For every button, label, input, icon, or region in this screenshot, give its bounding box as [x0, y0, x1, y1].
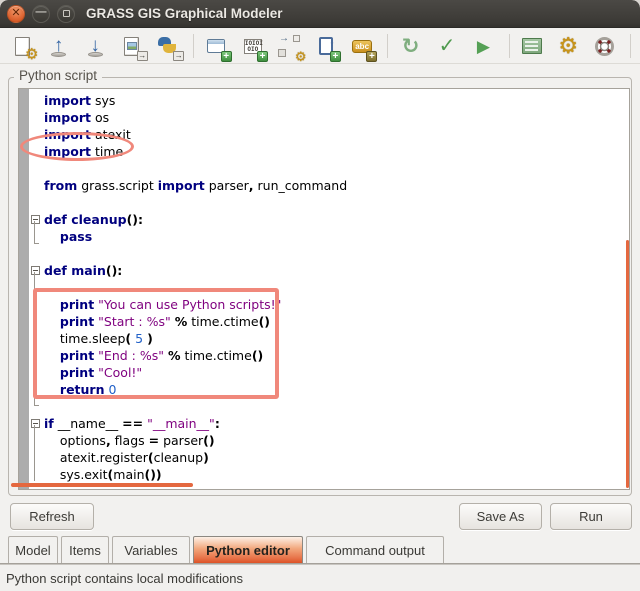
code-line[interactable]: import os — [29, 109, 629, 126]
save-model-button[interactable]: ↓ — [82, 33, 108, 60]
plus-icon: + — [257, 51, 268, 62]
export-image-button[interactable]: → — [118, 33, 144, 60]
toolbar: ⚙ ↑ ↓ → → + IOIOI OIO + — [0, 29, 640, 64]
export-arrow-icon: → — [137, 51, 148, 61]
window-title: GRASS GIS Graphical Modeler — [86, 6, 283, 21]
gear-icon: ⚙ — [558, 35, 578, 57]
tab-variables[interactable]: Variables — [112, 536, 190, 563]
window-close-button[interactable]: ✕ — [7, 5, 25, 23]
code-line[interactable]: if __name__ == "__main__": — [29, 415, 629, 432]
horizontal-scrollbar[interactable] — [11, 483, 193, 487]
code-line[interactable] — [29, 194, 629, 211]
add-loop-button[interactable]: ↓ + — [312, 33, 338, 60]
tab-command-output[interactable]: Command output — [306, 536, 444, 563]
code-line[interactable]: def main(): — [29, 262, 629, 279]
plus-icon: + — [221, 51, 232, 62]
plus-icon: + — [330, 51, 341, 62]
code-line[interactable]: time.sleep( 5 ) — [29, 330, 629, 347]
life-ring-icon — [593, 35, 616, 58]
define-relation-button[interactable]: → ⚙ — [276, 33, 302, 60]
base-icon — [51, 52, 66, 57]
picture-icon — [127, 42, 137, 50]
relation-arrow-icon: → — [279, 33, 289, 44]
code-line[interactable] — [29, 398, 629, 415]
statusbar: Python script contains local modificatio… — [0, 564, 640, 591]
notebook-tabbar: Model Items Variables Python editor Comm… — [0, 536, 640, 564]
code-line[interactable]: atexit.register(cleanup) — [29, 449, 629, 466]
toolbar-separator — [630, 34, 631, 58]
python-script-editor[interactable]: import sysimport osimport atexitimport t… — [18, 88, 630, 490]
gear-icon: ⚙ — [295, 49, 307, 65]
code-line[interactable]: import atexit — [29, 126, 629, 143]
fold-guide — [34, 272, 39, 406]
editor-margin — [19, 89, 29, 489]
code-line[interactable]: print "Cool!" — [29, 364, 629, 381]
code-line[interactable]: print "Start : %s" % time.ctime() — [29, 313, 629, 330]
model-properties-button[interactable]: ⚙ — [555, 33, 581, 60]
toolbar-separator — [193, 34, 194, 58]
code-line[interactable]: def cleanup(): — [29, 211, 629, 228]
groupbox-label: Python script — [14, 68, 102, 83]
tab-python-editor[interactable]: Python editor — [193, 536, 303, 563]
fold-guide — [34, 425, 39, 481]
grass-gis-modeler-window: ✕ — GRASS GIS Graphical Modeler ⚙ ↑ ↓ → … — [0, 0, 640, 591]
titlebar: ✕ — GRASS GIS Graphical Modeler — [0, 0, 640, 28]
fold-guide — [34, 221, 39, 244]
refresh-icon: ↻ — [402, 36, 420, 57]
window-maximize-button[interactable] — [57, 5, 75, 23]
code-line[interactable]: from grass.script import parser, run_com… — [29, 177, 629, 194]
status-message: Python script contains local modificatio… — [6, 571, 243, 586]
code-line[interactable]: options, flags = parser() — [29, 432, 629, 449]
plus-icon: + — [366, 51, 377, 62]
redraw-model-button[interactable]: ↻ — [397, 33, 423, 60]
run-model-button[interactable]: ▶ — [470, 33, 496, 60]
gear-icon: ⚙ — [25, 45, 38, 63]
box-icon — [278, 49, 286, 57]
refresh-button[interactable]: Refresh — [10, 503, 94, 530]
code-line[interactable]: import time — [29, 143, 629, 160]
code-line[interactable] — [29, 160, 629, 177]
show-manual-button[interactable] — [519, 33, 545, 60]
new-model-button[interactable]: ⚙ — [9, 33, 35, 60]
base-icon — [88, 52, 103, 57]
run-button[interactable]: Run — [550, 503, 632, 530]
code-line[interactable]: print "End : %s" % time.ctime() — [29, 347, 629, 364]
code-line[interactable] — [29, 279, 629, 296]
add-comment-button[interactable]: abc + — [349, 33, 375, 60]
tab-items[interactable]: Items — [61, 536, 109, 563]
add-command-button[interactable]: + — [203, 33, 229, 60]
toolbar-separator — [509, 34, 510, 58]
export-arrow-icon: → — [173, 51, 184, 61]
help-button[interactable] — [592, 33, 618, 60]
checkmark-icon: ✓ — [439, 36, 456, 56]
toolbar-separator — [387, 34, 388, 58]
box-icon — [293, 35, 300, 42]
add-data-button[interactable]: IOIOI OIO + — [240, 33, 266, 60]
window-minimize-button[interactable]: — — [32, 5, 50, 23]
validate-model-button[interactable]: ✓ — [434, 33, 460, 60]
code-line[interactable] — [29, 245, 629, 262]
play-icon: ▶ — [477, 38, 490, 55]
code-line[interactable]: return 0 — [29, 381, 629, 398]
code-line[interactable]: import sys — [29, 92, 629, 109]
maximize-icon — [63, 10, 70, 17]
close-icon: ✕ — [11, 8, 20, 19]
export-python-button[interactable]: → — [155, 33, 181, 60]
manual-text-icon — [522, 38, 542, 54]
code-lines: import sysimport osimport atexitimport t… — [29, 89, 629, 489]
vertical-scrollbar[interactable] — [626, 240, 629, 488]
code-line[interactable]: pass — [29, 228, 629, 245]
code-line[interactable]: print "You can use Python scripts!" — [29, 296, 629, 313]
loop-arrow-icon: ↓ — [329, 35, 335, 47]
code-line[interactable]: sys.exit(main()) — [29, 466, 629, 483]
tab-model[interactable]: Model — [8, 536, 58, 563]
text-lines-icon — [525, 45, 538, 47]
open-model-button[interactable]: ↑ — [45, 33, 71, 60]
minimize-icon: — — [36, 7, 47, 18]
save-as-button[interactable]: Save As — [459, 503, 542, 530]
